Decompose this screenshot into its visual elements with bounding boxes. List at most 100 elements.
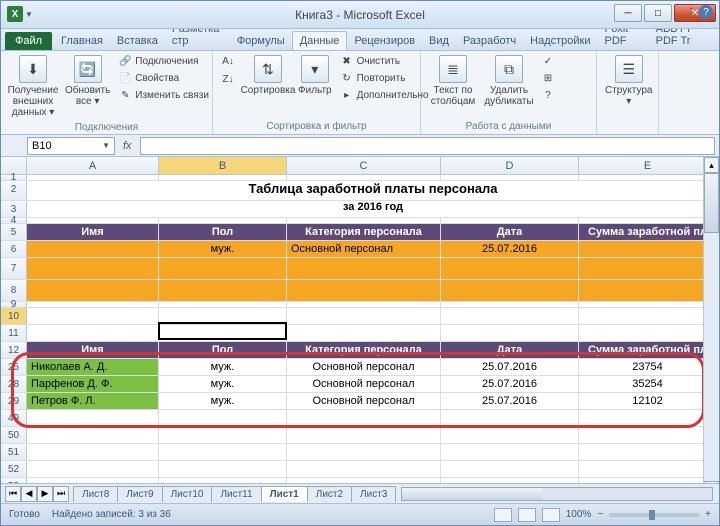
header-cell[interactable]: Категория персонала: [287, 224, 441, 240]
cell[interactable]: 25.07.2016: [441, 359, 579, 375]
row-header[interactable]: 5: [1, 224, 27, 240]
cell[interactable]: муж.: [159, 241, 287, 257]
col-header-d[interactable]: D: [441, 157, 579, 174]
worksheet-area[interactable]: A B C D E 1 2Таблица заработной платы пе…: [1, 157, 719, 497]
row-header[interactable]: 2: [1, 181, 27, 200]
header-cell[interactable]: Дата: [441, 342, 579, 358]
row-header[interactable]: 52: [1, 461, 27, 477]
horizontal-scrollbar[interactable]: [401, 487, 713, 501]
cell[interactable]: 23754: [579, 359, 717, 375]
zoom-out-button[interactable]: −: [597, 509, 603, 520]
row-header[interactable]: 4: [1, 218, 27, 223]
row-header[interactable]: 7: [1, 258, 27, 279]
help-icon[interactable]: ?: [699, 5, 713, 19]
cell[interactable]: Основной персонал: [287, 376, 441, 392]
sort-button[interactable]: ⇅Сортировка: [244, 53, 292, 98]
row-header[interactable]: 9: [1, 302, 27, 307]
header-cell[interactable]: Дата: [441, 224, 579, 240]
consolidate-button[interactable]: ⊞: [539, 70, 557, 86]
text-to-columns-button[interactable]: ≣Текст постолбцам: [427, 53, 479, 109]
tab-home[interactable]: Главная: [54, 32, 110, 50]
data-validation-button[interactable]: ✓: [539, 53, 557, 69]
col-header-a[interactable]: A: [27, 157, 159, 174]
row-header[interactable]: 11: [1, 325, 27, 341]
col-header-e[interactable]: E: [579, 157, 717, 174]
row-header[interactable]: 25: [1, 359, 27, 375]
cell[interactable]: Основной персонал: [287, 393, 441, 409]
row-header[interactable]: 49: [1, 410, 27, 426]
header-cell[interactable]: Сумма заработной пл: [579, 224, 717, 240]
cell[interactable]: муж.: [159, 359, 287, 375]
properties-button[interactable]: 📄Свойства: [116, 70, 211, 86]
formula-bar[interactable]: [140, 137, 715, 155]
sheet-tab[interactable]: Лист2: [307, 486, 352, 502]
vertical-scrollbar[interactable]: ▴ ▾: [703, 157, 719, 497]
row-header[interactable]: 50: [1, 427, 27, 443]
tab-nav-prev[interactable]: ◀: [21, 486, 37, 502]
tab-nav-first[interactable]: ⏮: [5, 486, 21, 502]
row-header[interactable]: 10: [1, 308, 27, 324]
cell[interactable]: 12102: [579, 393, 717, 409]
reapply-button[interactable]: ↻Повторить: [338, 70, 431, 86]
cell[interactable]: Основной персонал: [287, 241, 441, 257]
cell[interactable]: Парфенов Д. Ф.: [27, 376, 159, 392]
cell[interactable]: муж.: [159, 376, 287, 392]
connections-button[interactable]: 🔗Подключения: [116, 53, 211, 69]
tab-data[interactable]: Данные: [292, 31, 348, 50]
cell[interactable]: 35254: [579, 376, 717, 392]
whatif-button[interactable]: ?: [539, 87, 557, 103]
col-header-b[interactable]: B: [159, 157, 287, 174]
view-layout-button[interactable]: [518, 508, 536, 522]
row-header[interactable]: 6: [1, 241, 27, 257]
cell[interactable]: 25.07.2016: [441, 241, 579, 257]
sheet-tab-active[interactable]: Лист1: [261, 486, 308, 502]
tab-nav-last[interactable]: ⏭: [53, 486, 69, 502]
tab-formulas[interactable]: Формулы: [230, 32, 292, 50]
edit-links-button[interactable]: ✎Изменить связи: [116, 87, 211, 103]
qat-dropdown-icon[interactable]: ▼: [25, 10, 33, 19]
external-data-button[interactable]: ⬇Получениевнешних данных ▾: [7, 53, 59, 120]
scroll-thumb[interactable]: [402, 488, 541, 500]
header-cell[interactable]: Имя: [27, 342, 159, 358]
filter-button[interactable]: ▾Фильтр: [296, 53, 334, 98]
advanced-filter-button[interactable]: ▸Дополнительно: [338, 87, 431, 103]
row-header[interactable]: 51: [1, 444, 27, 460]
cell[interactable]: [287, 308, 441, 324]
tab-addins[interactable]: Надстройки: [523, 32, 597, 50]
sheet-tab[interactable]: Лист3: [351, 486, 396, 502]
tab-developer[interactable]: Разработч: [456, 32, 523, 50]
row-header[interactable]: 28: [1, 376, 27, 392]
tab-insert[interactable]: Вставка: [110, 32, 165, 50]
zoom-slider[interactable]: [609, 513, 699, 517]
sort-asc-button[interactable]: A↓: [219, 53, 237, 69]
sheet-tab[interactable]: Лист10: [162, 486, 213, 502]
ribbon-collapse-icon[interactable]: ˇ: [690, 7, 693, 18]
view-pagebreak-button[interactable]: [542, 508, 560, 522]
refresh-all-button[interactable]: 🔄Обновитьвсе ▾: [63, 53, 112, 109]
cell[interactable]: 25.07.2016: [441, 393, 579, 409]
active-cell[interactable]: [159, 308, 287, 324]
remove-duplicates-button[interactable]: ⧉Удалитьдубликаты: [483, 53, 535, 109]
maximize-button[interactable]: □: [644, 4, 672, 22]
minimize-button[interactable]: ─: [614, 4, 642, 22]
header-cell[interactable]: Пол: [159, 342, 287, 358]
view-normal-button[interactable]: [494, 508, 512, 522]
cell[interactable]: Основной персонал: [287, 359, 441, 375]
file-tab[interactable]: Файл: [5, 32, 52, 50]
tab-nav-next[interactable]: ▶: [37, 486, 53, 502]
scroll-thumb[interactable]: [704, 173, 719, 233]
row-header[interactable]: 29: [1, 393, 27, 409]
cell[interactable]: [579, 308, 717, 324]
cell[interactable]: [27, 241, 159, 257]
header-cell[interactable]: Имя: [27, 224, 159, 240]
outline-button[interactable]: ☰Структура▾: [603, 53, 654, 109]
cell[interactable]: Петров Ф. Л.: [27, 393, 159, 409]
cell[interactable]: муж.: [159, 393, 287, 409]
fx-icon[interactable]: fx: [123, 140, 132, 152]
col-header-c[interactable]: C: [287, 157, 441, 174]
tab-review[interactable]: Рецензиров: [347, 32, 422, 50]
cell[interactable]: [441, 308, 579, 324]
row-header[interactable]: 8: [1, 280, 27, 301]
cell[interactable]: [27, 308, 159, 324]
cell[interactable]: [579, 241, 717, 257]
